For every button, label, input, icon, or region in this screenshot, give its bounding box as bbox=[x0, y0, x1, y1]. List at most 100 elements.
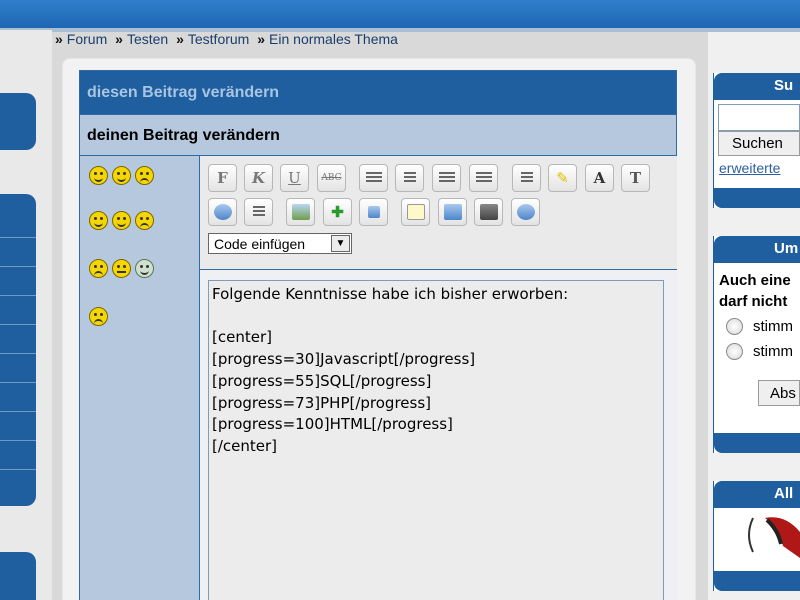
edit-post-form: diesen Beitrag verändern deinen Beitrag … bbox=[79, 70, 677, 600]
search-input[interactable] bbox=[718, 104, 800, 131]
poll-option-label: stimm bbox=[753, 318, 793, 335]
left-nav-item[interactable] bbox=[0, 325, 36, 354]
sick-smiley-icon[interactable] bbox=[135, 259, 154, 278]
video-icon[interactable] bbox=[474, 198, 503, 226]
search-button[interactable]: Suchen bbox=[718, 131, 800, 156]
underline-label: U bbox=[288, 169, 301, 187]
editor-area: F K U ABC ✎ A T ✚ Code einfügen ▼ Folgen… bbox=[200, 156, 677, 600]
copy-glyph bbox=[443, 204, 462, 220]
bold-icon[interactable]: F bbox=[208, 164, 237, 192]
poll-box-footer bbox=[714, 433, 800, 453]
left-nav-item[interactable] bbox=[0, 267, 36, 296]
left-nav-block-1[interactable] bbox=[0, 93, 36, 150]
italic-icon[interactable]: K bbox=[244, 164, 273, 192]
left-nav-block-2 bbox=[0, 194, 36, 506]
code-insert-label: Code einfügen bbox=[214, 236, 306, 252]
sad-smiley-icon[interactable] bbox=[89, 259, 108, 278]
poll-question: Auch eine darf nicht bbox=[719, 270, 791, 312]
bold-label: F bbox=[217, 169, 228, 187]
quote-icon[interactable] bbox=[401, 198, 430, 226]
breadcrumb-separator: » bbox=[257, 31, 266, 47]
image-icon[interactable] bbox=[286, 198, 315, 226]
form-header: diesen Beitrag verändern bbox=[80, 71, 676, 114]
poll-question-line: Auch eine bbox=[719, 272, 791, 289]
breadcrumb-forum[interactable]: Forum bbox=[67, 31, 107, 47]
smiley-icon[interactable] bbox=[89, 166, 108, 185]
smiley-icon[interactable] bbox=[112, 166, 131, 185]
quote-glyph bbox=[406, 204, 425, 220]
left-nav-block-3[interactable] bbox=[0, 552, 36, 600]
breadcrumb-testforum[interactable]: Testforum bbox=[188, 31, 249, 47]
poll-question-line: darf nicht bbox=[719, 293, 788, 310]
breadcrumb-thread[interactable]: Ein normales Thema bbox=[269, 31, 398, 47]
advanced-search-link[interactable]: erweiterte bbox=[719, 160, 780, 176]
search-box-title: Su bbox=[714, 73, 800, 100]
poll-option-radio[interactable] bbox=[726, 318, 743, 335]
poll-option-label: stimm bbox=[753, 343, 793, 360]
copy-icon[interactable] bbox=[438, 198, 467, 226]
message-textarea[interactable]: Folgende Kenntnisse habe ich bisher erwo… bbox=[208, 280, 664, 600]
smiley-icon[interactable] bbox=[89, 211, 108, 230]
breadcrumb-separator: » bbox=[176, 31, 184, 47]
clock-icon[interactable] bbox=[511, 198, 540, 226]
form-subheader: deinen Beitrag verändern bbox=[80, 114, 676, 156]
breadcrumb-separator: » bbox=[115, 31, 123, 47]
logo-icon bbox=[748, 517, 800, 558]
align-right-icon[interactable] bbox=[432, 164, 461, 192]
justify-icon[interactable] bbox=[469, 164, 498, 192]
font-label: T bbox=[629, 169, 642, 187]
lines-glyph bbox=[365, 172, 382, 184]
sad-smiley-icon[interactable] bbox=[89, 307, 108, 326]
underline-icon[interactable]: U bbox=[280, 164, 309, 192]
picture-glyph bbox=[291, 204, 310, 220]
vote-button[interactable]: Abs bbox=[758, 380, 800, 406]
align-center-icon[interactable] bbox=[395, 164, 424, 192]
breadcrumb-separator: » bbox=[55, 31, 63, 47]
neutral-smiley-icon[interactable] bbox=[112, 259, 131, 278]
left-nav-item[interactable] bbox=[0, 238, 36, 267]
poll-box-title: Um bbox=[714, 236, 800, 263]
lines-glyph bbox=[438, 172, 455, 184]
left-nav-item[interactable] bbox=[0, 296, 36, 325]
left-nav-item[interactable] bbox=[0, 441, 36, 470]
breadcrumb: » Forum » Testen » Testforum » Ein normales … bbox=[55, 31, 398, 47]
align-left-icon[interactable] bbox=[359, 164, 388, 192]
strike-label: ABC bbox=[321, 173, 342, 183]
top-header-bar bbox=[0, 0, 800, 28]
add-image-icon[interactable]: ✚ bbox=[323, 198, 352, 226]
list-icon[interactable] bbox=[512, 164, 541, 192]
left-nav bbox=[0, 30, 52, 600]
smiley-icon[interactable] bbox=[112, 211, 131, 230]
third-box-title: All bbox=[714, 481, 800, 508]
attachment-icon[interactable] bbox=[359, 198, 388, 226]
highlight-icon[interactable]: ✎ bbox=[548, 164, 577, 192]
attach-glyph bbox=[367, 206, 380, 218]
code-insert-select[interactable]: Code einfügen ▼ bbox=[208, 233, 352, 254]
sad-smiley-icon[interactable] bbox=[135, 211, 154, 230]
lines-glyph bbox=[520, 172, 533, 184]
chevron-down-icon[interactable]: ▼ bbox=[331, 235, 350, 252]
left-nav-item[interactable] bbox=[0, 354, 36, 383]
left-nav-item[interactable] bbox=[0, 383, 36, 412]
left-nav-item[interactable] bbox=[0, 412, 36, 441]
breadcrumb-testen[interactable]: Testen bbox=[127, 31, 168, 47]
italic-label: K bbox=[251, 169, 266, 187]
third-box-footer bbox=[714, 571, 800, 591]
link-icon[interactable] bbox=[208, 198, 237, 226]
lines-glyph bbox=[252, 206, 265, 218]
font-color-icon[interactable]: A bbox=[585, 164, 614, 192]
globe-glyph bbox=[213, 204, 232, 220]
strikethrough-icon[interactable]: ABC bbox=[317, 164, 346, 192]
clock-glyph bbox=[516, 204, 535, 220]
editor-toolbar: F K U ABC ✎ A T ✚ Code einfügen ▼ bbox=[200, 156, 677, 270]
sad-smiley-icon[interactable] bbox=[135, 166, 154, 185]
email-icon[interactable] bbox=[244, 198, 273, 226]
clapper-glyph bbox=[479, 204, 498, 220]
smilies-panel bbox=[80, 156, 200, 600]
font-size-icon[interactable]: T bbox=[621, 164, 650, 192]
lines-glyph bbox=[403, 172, 416, 184]
poll-option-radio[interactable] bbox=[726, 343, 743, 360]
search-box-footer bbox=[714, 188, 800, 208]
left-nav-item[interactable] bbox=[0, 470, 36, 499]
left-nav-item[interactable] bbox=[0, 194, 36, 238]
